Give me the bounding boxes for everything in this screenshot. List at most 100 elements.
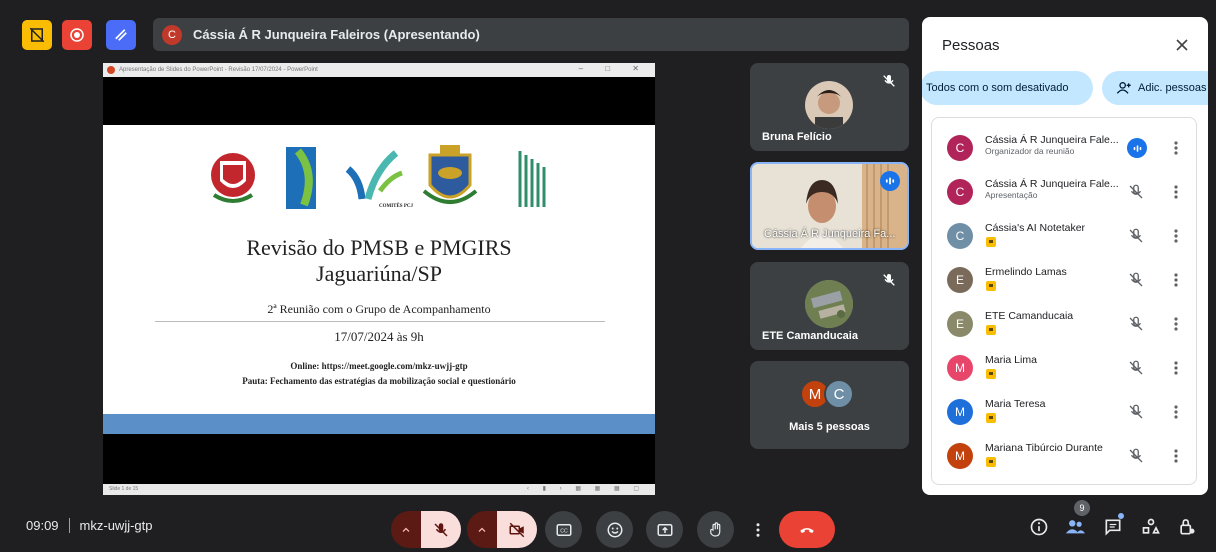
participant-name: Cássia Á R Junqueira Fale... [985, 178, 1119, 190]
leave-call-button[interactable] [779, 511, 835, 548]
activities-button[interactable] [1140, 516, 1162, 538]
tile-cassia-speaking[interactable]: Cássia Á R Junqueira Fa... [750, 162, 909, 250]
muted-mic-icon[interactable] [1127, 315, 1145, 333]
close-icon[interactable] [1172, 35, 1192, 55]
people-button[interactable] [1064, 516, 1086, 538]
add-people-button[interactable]: Adic. pessoas [1102, 71, 1208, 105]
participant-row[interactable]: C Cássia Á R Junqueira Fale... Organizador… [932, 126, 1198, 170]
slide-date: 17/07/2024 às 9h [334, 329, 424, 344]
more-vert-icon[interactable] [1168, 139, 1184, 157]
meeting-details-button[interactable] [1028, 516, 1050, 538]
muted-mic-icon[interactable] [1127, 447, 1145, 465]
notetaker-badge-icon [986, 457, 996, 467]
avatar: M [947, 443, 973, 469]
camera-control[interactable] [467, 511, 537, 548]
notetaker-badge-icon [986, 413, 996, 423]
chevron-up-icon[interactable] [467, 511, 497, 548]
captions-button[interactable]: CC [545, 511, 582, 548]
participant-name: Mariana Tibúrcio Durante [985, 442, 1103, 454]
more-vert-icon[interactable] [1168, 315, 1184, 333]
more-options-button[interactable] [748, 511, 768, 548]
participant-name: Ermelindo Lamas [985, 266, 1067, 278]
participant-row[interactable]: C Cássia Á R Junqueira Fale... Apresentaçã… [932, 170, 1198, 214]
participant-row[interactable]: E Ermelindo Lamas [932, 258, 1198, 302]
slide-divider [155, 321, 605, 322]
muted-mic-icon [883, 274, 895, 286]
powerpoint-titlebar: Apresentação de Slides do PowerPoint - R… [103, 63, 655, 77]
mute-all-button[interactable]: Todos com o som desativado [922, 71, 1093, 105]
participant-row[interactable]: E ETE Camanducaia [932, 302, 1198, 346]
notetaker-badge-icon [986, 325, 996, 335]
shared-screen: Apresentação de Slides do PowerPoint - R… [103, 63, 655, 495]
speaking-indicator-icon [880, 171, 900, 191]
more-vert-icon[interactable] [1168, 183, 1184, 201]
participant-name: Cássia Á R Junqueira Fale... [985, 134, 1119, 146]
activities-icon [1142, 518, 1160, 534]
participant-role: Apresentação [985, 190, 1038, 200]
avatar: M [947, 399, 973, 425]
green-stripes-logo-icon [513, 147, 549, 207]
powerpoint-icon [107, 66, 115, 74]
more-vert-icon [756, 522, 760, 537]
muted-mic-icon[interactable] [1127, 403, 1145, 421]
muted-mic-icon[interactable] [1127, 359, 1145, 377]
fehidro-logo-icon [286, 147, 316, 209]
participant-row[interactable]: M Maria Teresa [932, 390, 1198, 434]
chat-button[interactable] [1102, 516, 1124, 538]
avatar: C [947, 223, 973, 249]
divider [68, 518, 70, 533]
people-panel: Pessoas Todos com o som desativado Adic.… [922, 17, 1208, 495]
tile-more-people[interactable]: M C Mais 5 pessoas [750, 361, 909, 449]
chevron-up-icon[interactable] [391, 511, 421, 548]
participant-role: Organizador da reunião [985, 146, 1075, 156]
present-button[interactable] [646, 511, 683, 548]
notetaker-badge-icon [986, 237, 996, 247]
more-avatars: M C [800, 379, 854, 409]
more-vert-icon[interactable] [1168, 359, 1184, 377]
tile-bruna-felicio[interactable]: Bruna Felício [750, 63, 909, 151]
more-vert-icon[interactable] [1168, 227, 1184, 245]
avatar: E [947, 267, 973, 293]
rewrite-icon[interactable] [106, 20, 136, 50]
more-vert-icon[interactable] [1168, 403, 1184, 421]
muted-mic-icon[interactable] [1127, 227, 1145, 245]
host-controls-button[interactable] [1176, 516, 1198, 538]
emoji-button[interactable] [596, 511, 633, 548]
presenter-avatar: C [162, 24, 182, 45]
slide-footer-band [103, 414, 655, 434]
avatar: C [947, 135, 973, 161]
muted-mic-icon[interactable] [1127, 271, 1145, 289]
slide: COMITÊS PCJ Revisão do PMSB e PMGIRS Jag… [103, 125, 655, 434]
bottom-bar: 09:09 mkz-uwjj-gtp CC [0, 503, 1216, 552]
participant-list: C Cássia Á R Junqueira Fale... Organizador… [931, 117, 1197, 485]
muted-mic-icon [883, 75, 895, 87]
chat-icon [1105, 519, 1121, 536]
tile-name: ETE Camanducaia [762, 330, 858, 342]
pcj-logo-icon [345, 150, 403, 200]
presenter-chip[interactable]: C Cássia Á R Junqueira Faleiros (Apresen… [153, 18, 909, 51]
bruna-avatar [805, 81, 853, 129]
meeting-info: 09:09 mkz-uwjj-gtp [26, 518, 153, 533]
raise-hand-button[interactable] [697, 511, 734, 548]
participant-row[interactable]: C Cássia's AI Notetaker [932, 214, 1198, 258]
avatar: M [947, 355, 973, 381]
no-hand-icon[interactable] [22, 20, 52, 50]
powerpoint-statusbar: Slide 1 de 15 ‹ ▮ › ▦ ▦ ▦ ▢ [103, 484, 655, 495]
participant-row[interactable]: M Maria Lima [932, 346, 1198, 390]
mic-control[interactable] [391, 511, 461, 548]
more-vert-icon[interactable] [1168, 271, 1184, 289]
people-count-badge: 9 [1074, 500, 1090, 516]
participant-name: ETE Camanducaia [985, 310, 1074, 322]
top-bar: C Cássia Á R Junqueira Faleiros (Apresen… [0, 0, 915, 64]
people-icon [1065, 520, 1086, 534]
record-icon[interactable] [62, 20, 92, 50]
camera-off-icon[interactable] [497, 511, 537, 548]
mic-off-icon[interactable] [421, 511, 461, 548]
avatar: E [947, 311, 973, 337]
participant-row[interactable]: M Mariana Tibúrcio Durante [932, 434, 1198, 478]
slide-logos [211, 145, 549, 209]
presenter-label: Cássia Á R Junqueira Faleiros (Apresenta… [193, 27, 480, 42]
muted-mic-icon[interactable] [1127, 183, 1145, 201]
more-vert-icon[interactable] [1168, 447, 1184, 465]
tile-ete-camanducaia[interactable]: ETE Camanducaia [750, 262, 909, 350]
